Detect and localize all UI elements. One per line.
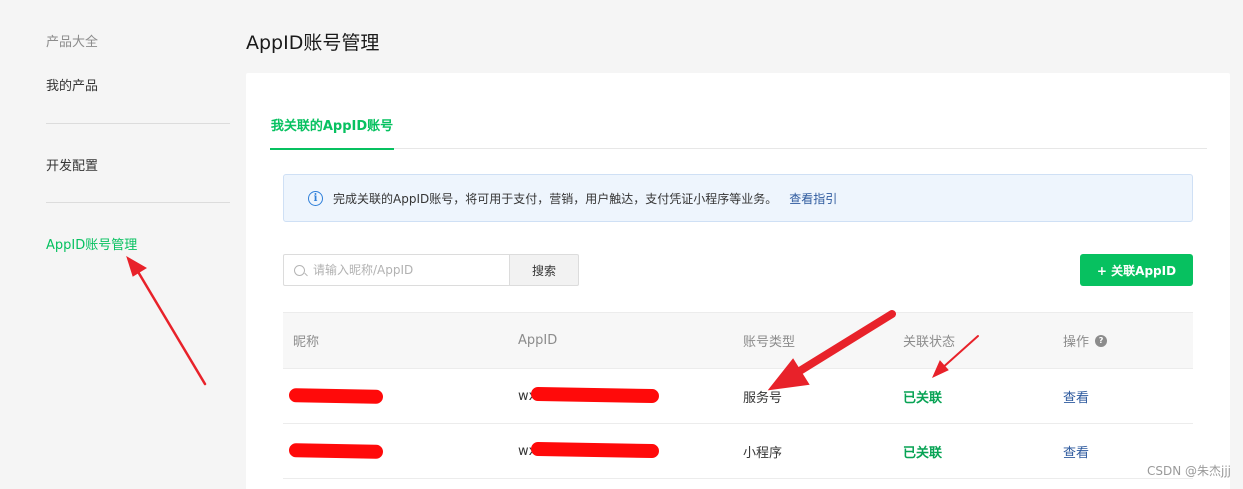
search-box [283,254,510,286]
info-icon: i [308,190,323,206]
search-icon [294,264,305,276]
sidebar-item-dev-config[interactable]: 开发配置 [46,155,98,174]
main-card: 我关联的AppID账号 i 完成关联的AppID账号，将可用于支付，营销，用户触… [246,73,1230,489]
column-header-nickname: 昵称 [293,335,320,350]
column-header-appid: AppID [518,333,558,348]
table-row: wx 小程序 已关联 查看 [283,424,1193,479]
sidebar: 产品大全 我的产品 开发配置 AppID账号管理 [0,0,245,489]
tab-bar: 我关联的AppID账号 [270,117,1207,150]
search-button[interactable]: 搜索 [509,254,579,286]
view-guide-link[interactable]: 查看指引 [789,190,837,207]
column-header-link-status: 关联状态 [903,335,956,350]
column-header-actions: 操作 ? [1063,313,1108,368]
table-row: wx 服务号 已关联 查看 [283,369,1193,424]
tab-label: 我关联的AppID账号 [270,119,394,134]
add-appid-button[interactable]: + 关联AppID [1080,254,1193,286]
redaction-mark [530,386,660,404]
redaction-mark [288,443,384,459]
table-header: 昵称 AppID 账号类型 关联状态 操作 ? [283,312,1193,369]
redaction-mark [288,388,384,404]
search-input[interactable] [313,263,493,277]
account-type-cell: 小程序 [743,445,783,461]
view-link[interactable]: 查看 [1063,424,1089,478]
sidebar-item-appid-management[interactable]: AppID账号管理 [46,234,137,253]
redaction-mark [530,441,660,459]
account-type-cell: 服务号 [743,390,783,406]
column-header-actions-label: 操作 [1063,335,1090,350]
watermark: CSDN @朱杰jjj [1146,464,1231,478]
appid-table: 昵称 AppID 账号类型 关联状态 操作 ? wx 服务号 已关联 查看 wx… [283,312,1193,479]
sidebar-item-my-products[interactable]: 我的产品 [46,75,98,94]
sidebar-divider [46,202,230,203]
info-notice: i 完成关联的AppID账号，将可用于支付，营销，用户触达，支付凭证小程序等业务… [283,174,1193,222]
tab-active-indicator [270,148,394,150]
sidebar-divider [46,123,230,124]
view-link[interactable]: 查看 [1063,369,1089,423]
page-title: AppID账号管理 [246,32,380,54]
notice-text: 完成关联的AppID账号，将可用于支付，营销，用户触达，支付凭证小程序等业务。 [333,191,778,206]
status-badge: 已关联 [903,390,943,406]
help-icon[interactable]: ? [1095,334,1108,347]
status-badge: 已关联 [903,445,943,461]
column-header-account-type: 账号类型 [743,335,796,350]
tab-linked-appids[interactable]: 我关联的AppID账号 [270,117,394,150]
sidebar-header: 产品大全 [46,35,99,50]
